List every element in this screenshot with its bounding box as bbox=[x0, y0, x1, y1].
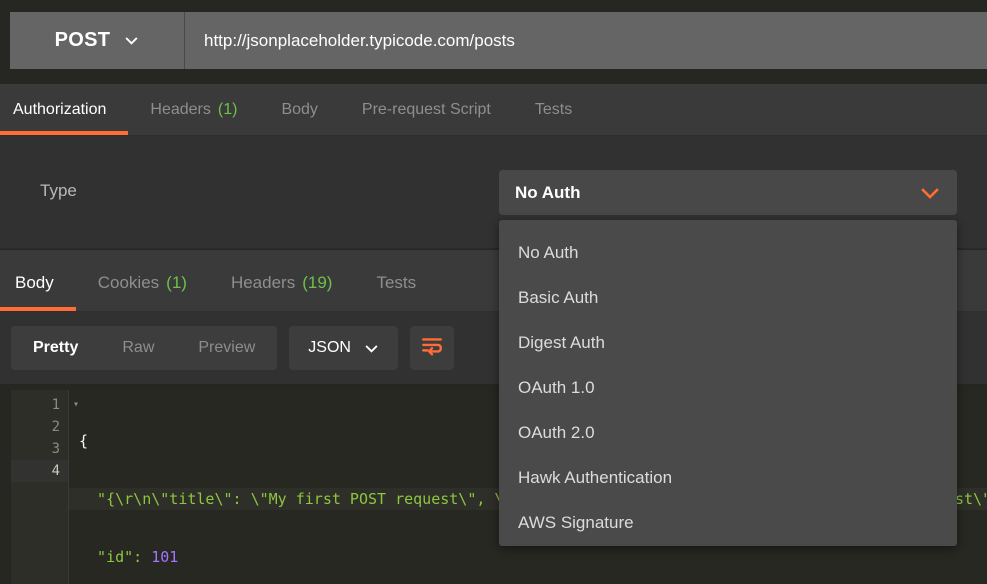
response-tab-cookies-label: Cookies bbox=[97, 273, 160, 292]
http-method-selector[interactable]: POST bbox=[10, 12, 185, 69]
tab-body[interactable]: Body bbox=[259, 84, 339, 135]
tab-tests-label: Tests bbox=[534, 100, 573, 118]
response-tab-tests[interactable]: Tests bbox=[354, 255, 438, 311]
code-line-text: { bbox=[79, 432, 89, 450]
line-number: 4 bbox=[11, 460, 68, 482]
view-mode-raw-label: Raw bbox=[122, 339, 155, 356]
tab-headers-count: (1) bbox=[217, 100, 238, 118]
line-number-value: 1 bbox=[51, 397, 60, 413]
postman-request-window: POST http://jsonplaceholder.typicode.com… bbox=[0, 0, 987, 584]
view-mode-preview-label: Preview bbox=[198, 339, 256, 356]
request-url-bar: POST http://jsonplaceholder.typicode.com… bbox=[10, 12, 987, 69]
auth-option-label: OAuth 2.0 bbox=[518, 422, 595, 442]
auth-option-label: Digest Auth bbox=[518, 332, 605, 352]
auth-type-label: Type bbox=[40, 181, 77, 200]
auth-option-digest-auth[interactable]: Digest Auth bbox=[499, 320, 957, 365]
view-mode-preview[interactable]: Preview bbox=[176, 326, 277, 370]
line-number-value: 2 bbox=[51, 419, 60, 435]
auth-type-dropdown-menu: No Auth Basic Auth Digest Auth OAuth 1.0… bbox=[499, 220, 957, 546]
code-line-key: "id": bbox=[79, 548, 152, 566]
word-wrap-toggle[interactable] bbox=[409, 326, 454, 370]
tab-authorization[interactable]: Authorization bbox=[0, 84, 129, 135]
view-mode-group: Pretty Raw Preview bbox=[11, 326, 278, 370]
tab-body-label: Body bbox=[281, 100, 318, 118]
tab-headers[interactable]: Headers (1) bbox=[128, 84, 259, 135]
request-tabs: Authorization Headers (1) Body Pre-reque… bbox=[0, 84, 987, 136]
auth-option-label: No Auth bbox=[518, 242, 579, 262]
auth-type-selected-value: No Auth bbox=[515, 182, 581, 202]
line-number-value: 4 bbox=[51, 463, 60, 479]
http-method-label: POST bbox=[54, 29, 111, 51]
line-number: 2 bbox=[11, 416, 68, 438]
url-input[interactable]: http://jsonplaceholder.typicode.com/post… bbox=[185, 12, 987, 69]
auth-option-oauth-2[interactable]: OAuth 2.0 bbox=[499, 410, 957, 455]
auth-option-basic-auth[interactable]: Basic Auth bbox=[499, 275, 957, 320]
response-format-label: JSON bbox=[308, 339, 351, 356]
auth-option-no-auth[interactable]: No Auth bbox=[499, 230, 957, 275]
tab-pre-request-script-label: Pre-request Script bbox=[361, 100, 491, 118]
editor-gutter: 1 ▾ 2 3 4 bbox=[11, 390, 79, 584]
response-format-selector[interactable]: JSON bbox=[289, 326, 398, 370]
line-number: 1 ▾ bbox=[11, 394, 79, 416]
view-mode-raw[interactable]: Raw bbox=[100, 326, 176, 370]
tab-pre-request-script[interactable]: Pre-request Script bbox=[340, 84, 513, 135]
code-line-value: 101 bbox=[151, 548, 179, 566]
chevron-down-icon bbox=[919, 182, 941, 204]
auth-option-aws-signature[interactable]: AWS Signature bbox=[499, 500, 957, 545]
line-number: 3 bbox=[11, 438, 68, 460]
auth-option-hawk-authentication[interactable]: Hawk Authentication bbox=[499, 455, 957, 500]
response-tab-tests-label: Tests bbox=[376, 273, 417, 292]
chevron-down-icon bbox=[364, 341, 379, 356]
chevron-down-icon bbox=[124, 33, 139, 48]
auth-option-oauth-1[interactable]: OAuth 1.0 bbox=[499, 365, 957, 410]
auth-option-label: OAuth 1.0 bbox=[518, 377, 595, 397]
code-line: "id": 101 bbox=[69, 546, 987, 568]
tab-tests[interactable]: Tests bbox=[513, 84, 594, 135]
response-tab-cookies-count: (1) bbox=[166, 273, 187, 292]
response-tab-body[interactable]: Body bbox=[0, 255, 76, 311]
word-wrap-icon bbox=[420, 334, 444, 363]
response-tab-body-label: Body bbox=[15, 273, 54, 292]
response-tab-headers-label: Headers bbox=[230, 273, 296, 292]
auth-option-label: AWS Signature bbox=[518, 512, 634, 532]
response-tab-headers[interactable]: Headers (19) bbox=[209, 255, 355, 311]
tab-authorization-label: Authorization bbox=[13, 100, 107, 118]
line-number-value: 3 bbox=[51, 441, 60, 457]
auth-option-label: Basic Auth bbox=[518, 287, 599, 307]
view-mode-pretty-label: Pretty bbox=[33, 339, 79, 356]
view-mode-pretty[interactable]: Pretty bbox=[11, 326, 100, 370]
response-tab-cookies[interactable]: Cookies (1) bbox=[76, 255, 209, 311]
auth-option-label: Hawk Authentication bbox=[518, 467, 673, 487]
url-input-value: http://jsonplaceholder.typicode.com/post… bbox=[204, 30, 515, 50]
auth-type-select[interactable]: No Auth bbox=[499, 170, 957, 215]
tab-headers-label: Headers bbox=[150, 100, 211, 118]
response-tab-headers-count: (19) bbox=[302, 273, 333, 292]
